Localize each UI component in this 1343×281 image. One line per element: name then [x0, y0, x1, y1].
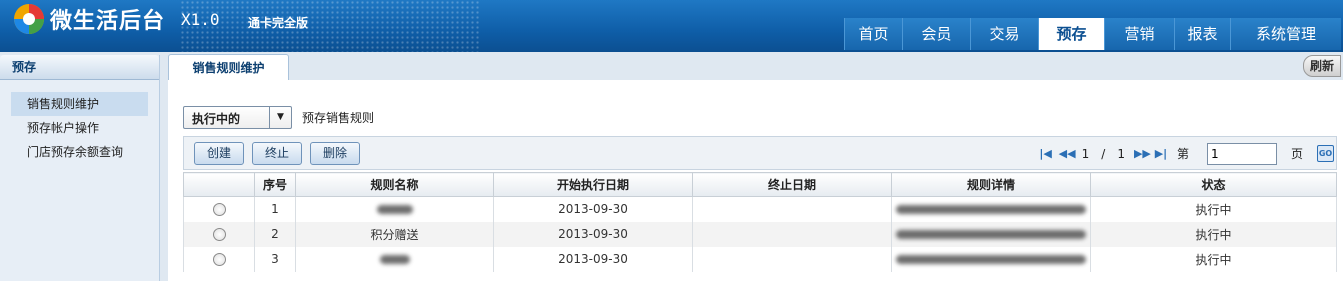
goto-suffix: 页: [1290, 147, 1303, 161]
filter-label: 预存销售规则: [302, 110, 375, 125]
col-header-status: 状态: [1090, 172, 1337, 197]
col-header-end-date: 终止日期: [692, 172, 892, 197]
row-end-date: [692, 246, 892, 272]
sidebar: 预存 销售规则维护 预存帐户操作 门店预存余额查询: [0, 55, 160, 281]
redacted-detail: [896, 205, 1086, 215]
sidebar-item-store-balance[interactable]: 门店预存余额查询: [11, 140, 148, 164]
col-header-name: 规则名称: [295, 172, 494, 197]
nav-item-transactions[interactable]: 交易: [970, 18, 1038, 50]
page-separator: /: [1101, 146, 1106, 161]
table-row[interactable]: 3 2013-09-30 执行中: [183, 246, 1337, 272]
row-select-cell: [183, 246, 255, 272]
sidebar-menu: 销售规则维护 预存帐户操作 门店预存余额查询: [0, 80, 159, 164]
status-select[interactable]: 执行中的 ▼: [183, 105, 292, 129]
row-name-cell: [295, 246, 494, 272]
row-radio[interactable]: [212, 253, 226, 266]
tab-bar: 销售规则维护 刷新: [164, 52, 1343, 80]
redacted-name: [379, 255, 410, 264]
nav-item-system[interactable]: 系统管理: [1230, 18, 1341, 50]
redacted-detail: [896, 230, 1086, 239]
sidebar-title: 预存: [0, 55, 159, 80]
filter-row: 执行中的 ▼ 预存销售规则: [183, 105, 374, 129]
row-detail-cell: [891, 221, 1091, 247]
status-select-value: 执行中的: [192, 111, 241, 126]
pager: |◀ ◀◀ 1 / 1 ▶▶ ▶| 第 页 GO: [1036, 141, 1334, 166]
prev-page-icon[interactable]: ◀◀: [1059, 147, 1076, 161]
row-index: 2: [254, 221, 296, 247]
refresh-button[interactable]: 刷新: [1303, 55, 1341, 77]
row-start-date: 2013-09-30: [493, 246, 693, 272]
row-radio[interactable]: [212, 228, 226, 241]
page-number-input[interactable]: [1206, 142, 1277, 165]
row-start-date: 2013-09-30: [493, 196, 693, 222]
col-header-select: [183, 172, 255, 197]
nav-item-prestore[interactable]: 预存: [1038, 18, 1104, 50]
app-version: X1.0: [181, 10, 220, 29]
nav-item-reports[interactable]: 报表: [1174, 18, 1230, 50]
world-map-decoration: [180, 0, 480, 52]
row-status: 执行中: [1090, 196, 1337, 222]
total-pages: 1: [1117, 146, 1125, 161]
stop-button[interactable]: 终止: [252, 142, 302, 165]
row-index: 1: [254, 196, 296, 222]
nav-item-marketing[interactable]: 营销: [1104, 18, 1174, 50]
row-end-date: [692, 221, 892, 247]
table-header-row: 序号 规则名称 开始执行日期 终止日期 规则详情 状态: [183, 172, 1337, 197]
sidebar-item-account-ops[interactable]: 预存帐户操作: [11, 116, 148, 140]
redacted-detail: [896, 255, 1086, 264]
current-page: 1: [1081, 146, 1090, 161]
nav-item-members[interactable]: 会员: [902, 18, 970, 50]
row-end-date: [692, 196, 892, 222]
logo-icon: [14, 4, 44, 34]
main-content: 执行中的 ▼ 预存销售规则 创建 终止 删除 |◀ ◀◀ 1 / 1 ▶▶ ▶|…: [168, 80, 1343, 281]
create-button[interactable]: 创建: [194, 142, 244, 165]
nav-item-home[interactable]: 首页: [844, 18, 902, 50]
row-detail-cell: [891, 246, 1091, 272]
app-title: 微生活后台: [50, 9, 166, 34]
row-name: 积分赠送: [295, 221, 494, 247]
tab-sales-rules[interactable]: 销售规则维护: [168, 54, 289, 80]
col-header-index: 序号: [254, 172, 296, 197]
top-header: 微生活后台 X1.0 通卡完全版 首页 会员 交易 预存 营销 报表 系统管理: [0, 0, 1343, 52]
row-select-cell: [183, 196, 255, 222]
go-button[interactable]: GO: [1317, 145, 1334, 162]
app-edition: 通卡完全版: [248, 16, 309, 30]
table-row[interactable]: 1 2013-09-30 执行中: [183, 196, 1337, 222]
row-start-date: 2013-09-30: [493, 221, 693, 247]
col-header-detail: 规则详情: [891, 172, 1091, 197]
next-page-icon[interactable]: ▶▶: [1134, 147, 1151, 161]
col-header-start-date: 开始执行日期: [493, 172, 693, 197]
goto-prefix: 第: [1176, 147, 1189, 161]
first-page-icon[interactable]: |◀: [1039, 147, 1053, 161]
chevron-down-icon: ▼: [269, 106, 291, 128]
table-row[interactable]: 2 积分赠送 2013-09-30 执行中: [183, 221, 1337, 247]
row-status: 执行中: [1090, 246, 1337, 272]
row-index: 3: [254, 246, 296, 272]
main-nav: 首页 会员 交易 预存 营销 报表 系统管理: [844, 18, 1341, 50]
redacted-name: [376, 205, 413, 215]
delete-button[interactable]: 删除: [310, 142, 360, 165]
toolbar: 创建 终止 删除 |◀ ◀◀ 1 / 1 ▶▶ ▶| 第 页 GO: [183, 136, 1337, 170]
rules-table: 序号 规则名称 开始执行日期 终止日期 规则详情 状态 1 2013-09-30…: [183, 172, 1337, 272]
row-status: 执行中: [1090, 221, 1337, 247]
row-select-cell: [183, 221, 255, 247]
row-radio[interactable]: [212, 203, 226, 217]
row-detail-cell: [891, 196, 1091, 222]
last-page-icon[interactable]: ▶|: [1154, 147, 1168, 161]
sidebar-item-sales-rules[interactable]: 销售规则维护: [11, 92, 148, 116]
row-name-cell: [295, 196, 494, 222]
